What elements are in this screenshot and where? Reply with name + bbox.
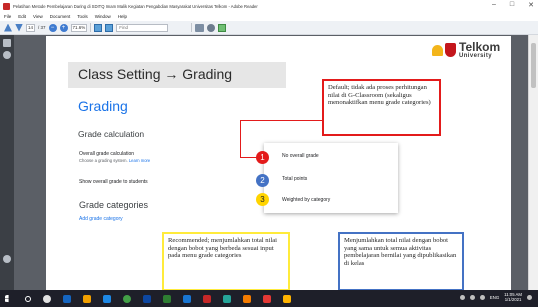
overall-grade-label: Overall grade calculation [79,151,135,157]
clock-date: 1/1/2021 [504,297,522,302]
grade-calculation-heading: Grade calculation [78,129,145,139]
edge-icon[interactable] [103,294,111,303]
window-title-bar: Pelatihan Metode Pembelajaran Daring di … [0,0,538,12]
file-explorer-icon[interactable] [83,294,91,303]
outlook-icon[interactable] [183,294,191,303]
navigation-pane [0,35,14,290]
menu-bar: File Edit View Document Tools Window Hel… [0,12,538,21]
overall-hint-text: Choose a grading system. [79,158,128,163]
menu-document[interactable]: Document [50,14,71,19]
windows-taskbar: ENG 11:05 AM 1/1/2021 [0,290,538,307]
language-indicator[interactable]: ENG [490,295,499,300]
minimize-button[interactable]: – [492,1,496,9]
previous-page-icon[interactable] [4,23,12,32]
screen: Pelatihan Metode Pembelajaran Daring di … [0,0,538,307]
toolbar-divider [90,23,92,32]
red-connector-line-h [240,157,257,158]
vertical-scrollbar[interactable] [528,35,538,290]
close-button[interactable]: ✕ [528,1,534,9]
logo-mark-yellow-icon [432,44,443,56]
zoom-out-icon[interactable]: − [48,23,57,32]
system-tray: ENG 11:05 AM 1/1/2021 [459,292,532,302]
adobe-reader-icon [3,2,10,10]
logo-text-telkom: Telkom [459,40,501,54]
fit-page-icon[interactable] [94,23,103,32]
acrobat-icon[interactable] [263,294,271,303]
pages-panel-icon[interactable] [3,39,11,47]
search-icon[interactable] [25,295,31,302]
notes-icon[interactable] [283,294,291,303]
badge-2: 2 [256,174,269,187]
option-weighted-by-category[interactable]: Weighted by category [282,197,330,203]
grade-categories-heading: Grade categories [79,200,149,210]
menu-help[interactable]: Help [118,14,127,19]
telkom-logo: Telkom University [432,41,500,59]
page-number-input[interactable]: 14 [26,23,36,32]
page-total: / 37 [38,25,46,30]
learn-more-link[interactable]: Learn more [129,158,150,163]
find-input[interactable]: Find [116,23,169,32]
window-controls: – □ ✕ [492,1,534,9]
word-icon[interactable] [143,294,151,303]
settings-icon[interactable] [207,23,216,32]
add-grade-category-link[interactable]: Add grade category [79,216,123,222]
menu-view[interactable]: View [33,14,43,19]
toolbar: 14 / 37 − + 71.6% Find [0,21,538,35]
start-button-icon[interactable] [5,294,9,303]
grading-options-menu: No overall grade Total points Weighted b… [264,143,398,213]
menu-file[interactable]: File [4,14,11,19]
clock[interactable]: 11:05 AM 1/1/2021 [504,292,522,302]
help-icon[interactable] [3,255,11,263]
menu-window[interactable]: Window [95,14,111,19]
annotation-total-points: Menjumlahkan total nilai dengan bobot ya… [338,232,464,291]
annotation-recommended: Recommended; menjumlahkan total nilai de… [162,232,290,291]
wifi-icon[interactable] [469,294,475,300]
option-total-points[interactable]: Total points [282,176,307,182]
taskbar-app-icon[interactable] [63,294,71,303]
logo-text-university: University [459,53,493,59]
maximize-button[interactable]: □ [510,1,514,9]
slide-title: Class Setting → Grading [78,66,233,82]
drive-icon[interactable] [243,294,251,303]
tray-icon[interactable] [459,294,465,300]
logo-mark-red-icon [445,43,456,57]
zoom-in-icon[interactable]: + [59,23,68,32]
excel-icon[interactable] [163,294,171,303]
teams-icon[interactable] [223,294,231,303]
overall-grade-hint: Choose a grading system. Learn more [79,158,150,163]
annotation-default: Default; tidak ada proses perhitungan ni… [322,79,441,136]
attachments-icon[interactable] [3,51,11,59]
task-view-icon[interactable] [43,294,51,303]
chrome-icon[interactable] [123,294,131,303]
badge-3: 3 [256,193,269,206]
print-icon[interactable] [195,23,205,32]
zoom-level-select[interactable]: 71.6% [70,23,88,32]
grading-heading: Grading [78,98,128,114]
option-no-overall-grade[interactable]: No overall grade [282,153,319,159]
scrollbar-thumb[interactable] [531,43,536,88]
red-connector-line [240,120,241,158]
powerpoint-icon[interactable] [203,294,211,303]
slide-title-band: Class Setting → Grading [68,62,286,88]
red-connector-line-top [240,120,322,121]
next-page-icon[interactable] [15,23,23,32]
menu-tools[interactable]: Tools [77,14,88,19]
pdf-page: Telkom University Class Setting → Gradin… [46,36,511,291]
window-title: Pelatihan Metode Pembelajaran Daring di … [13,3,258,9]
toolbar-divider-2 [191,23,193,32]
menu-edit[interactable]: Edit [18,14,26,19]
badge-1: 1 [256,151,269,164]
share-icon[interactable] [218,23,227,32]
fit-width-icon[interactable] [105,23,114,32]
volume-icon[interactable] [479,294,485,300]
notifications-icon[interactable] [527,294,532,300]
show-overall-grade-label: Show overall grade to students [79,179,148,185]
